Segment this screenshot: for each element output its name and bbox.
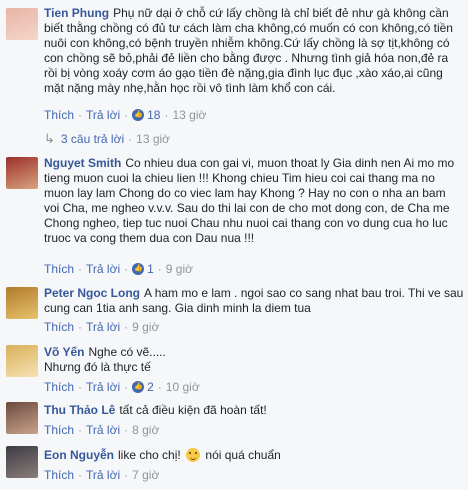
timestamp[interactable]: 13 giờ xyxy=(172,108,206,122)
smile-emoji-icon xyxy=(186,448,201,462)
like-count[interactable]: 1 xyxy=(147,262,154,276)
comment-author[interactable]: Eon Nguyễn xyxy=(44,448,114,462)
avatar[interactable] xyxy=(6,157,38,189)
comment-actions: Thích · Trả lời · 1 · 9 giờ xyxy=(44,262,193,276)
like-count[interactable]: 2 xyxy=(147,380,154,394)
reply-arrow-icon: ↳ xyxy=(44,131,55,146)
reply-link[interactable]: Trả lời xyxy=(86,108,120,122)
avatar[interactable] xyxy=(6,287,38,319)
like-link[interactable]: Thích xyxy=(44,423,74,437)
like-link[interactable]: Thích xyxy=(44,108,74,122)
reply-link[interactable]: Trả lời xyxy=(86,423,120,437)
comment-author[interactable]: Nguyet Smith xyxy=(44,156,121,170)
timestamp[interactable]: 9 giờ xyxy=(132,320,159,334)
timestamp[interactable]: 7 giờ xyxy=(132,468,159,482)
comment-actions: Thích · Trả lời · 7 giờ xyxy=(44,468,160,482)
like-icon xyxy=(132,263,145,275)
avatar[interactable] xyxy=(6,345,38,377)
comment-actions: Thích · Trả lời · 8 giờ xyxy=(44,423,160,437)
like-link[interactable]: Thích xyxy=(44,320,74,334)
reply-link[interactable]: Trả lời xyxy=(86,320,120,334)
like-link[interactable]: Thích xyxy=(44,468,74,482)
reply-link[interactable]: Trả lời xyxy=(86,380,120,394)
view-replies[interactable]: ↳ 3 câu trả lời · 13 giờ xyxy=(44,131,170,147)
comment-author[interactable]: Thu Thảo Lê xyxy=(44,403,115,417)
replies-count[interactable]: 3 câu trả lời xyxy=(61,132,124,146)
comment-text: like cho chị! xyxy=(118,448,181,462)
comment-actions: Thích · Trả lời · 2 · 10 giờ xyxy=(44,380,200,394)
avatar[interactable] xyxy=(6,8,38,40)
like-link[interactable]: Thích xyxy=(44,262,74,276)
reply-link[interactable]: Trả lời xyxy=(86,262,120,276)
comment-author[interactable]: Tien Phung xyxy=(44,6,109,20)
like-count[interactable]: 18 xyxy=(147,108,160,122)
avatar[interactable] xyxy=(6,446,38,478)
like-link[interactable]: Thích xyxy=(44,380,74,394)
comment-actions: Thích · Trả lời · 18 · 13 giờ xyxy=(44,108,206,122)
like-icon xyxy=(132,109,145,121)
replies-time[interactable]: 13 giờ xyxy=(136,132,170,146)
comment-text: tất cả điều kiện đã hoàn tất! xyxy=(119,403,267,417)
comment-text-after: nói quá chuẩn xyxy=(205,448,281,462)
timestamp[interactable]: 10 giờ xyxy=(166,380,200,394)
avatar[interactable] xyxy=(6,402,38,434)
reply-link[interactable]: Trả lời xyxy=(86,468,120,482)
comment-author[interactable]: Peter Ngoc Long xyxy=(44,286,140,300)
comment-author[interactable]: Võ Yến xyxy=(44,345,84,359)
like-icon xyxy=(132,381,145,393)
timestamp[interactable]: 9 giờ xyxy=(166,262,193,276)
timestamp[interactable]: 8 giờ xyxy=(132,423,159,437)
comment-actions: Thích · Trả lời · 9 giờ xyxy=(44,320,160,334)
